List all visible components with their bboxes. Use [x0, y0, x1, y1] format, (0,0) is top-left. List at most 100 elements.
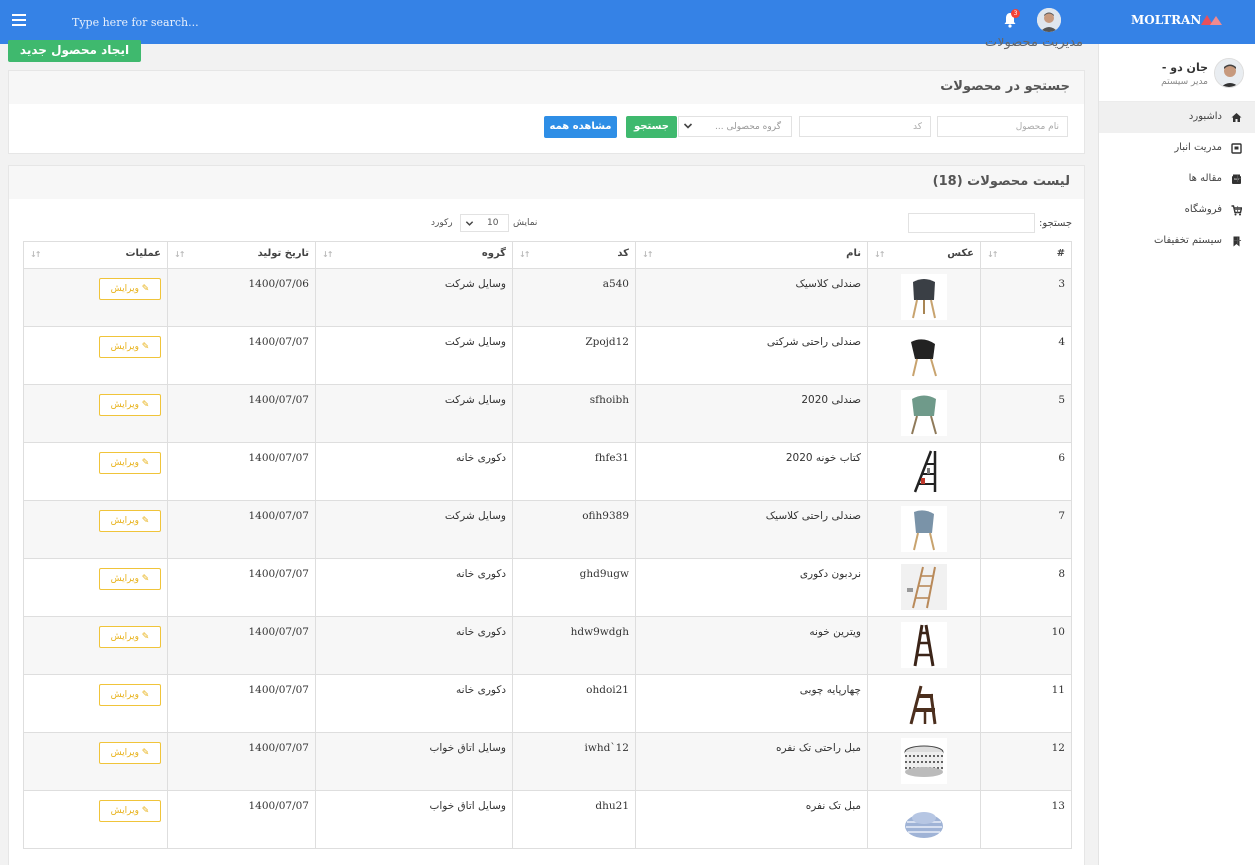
cell-date: 1400/07/07 — [167, 790, 316, 849]
cell-image — [867, 326, 981, 385]
cell-code: a540 — [512, 268, 636, 327]
cell-image — [867, 268, 981, 327]
edit-button[interactable]: ✎ ویرایش — [99, 452, 161, 474]
edit-icon: ✎ — [138, 342, 150, 352]
cell-name: صندلی راحتی شرکتی — [635, 326, 868, 385]
create-product-button[interactable]: ایجاد محصول جدید — [8, 40, 141, 62]
edit-icon: ✎ — [138, 748, 150, 758]
warehouse-icon — [1231, 143, 1242, 154]
cell-code: iwhd`12 — [512, 732, 636, 791]
cell-code: fhfe31 — [512, 442, 636, 501]
sort-icon: ↑↓ — [519, 250, 530, 259]
edit-icon: ✎ — [138, 400, 150, 410]
edit-icon: ✎ — [138, 806, 150, 816]
sort-icon: ↑↓ — [987, 250, 998, 259]
user-avatar[interactable] — [1037, 8, 1061, 32]
cell-actions: ✎ ویرایش — [23, 442, 168, 501]
cell-actions: ✎ ویرایش — [23, 500, 168, 559]
table-row: 10 ویترین خونه hdw9wdgh دکوری خانه 1400/07/0… — [23, 616, 1072, 675]
cell-name: صندلی 2020 — [635, 384, 868, 443]
sidebar-item-dashboard[interactable]: داشبورد — [1099, 102, 1255, 133]
sidebar-item-label: فروشگاه — [1184, 204, 1222, 215]
cell-actions: ✎ ویرایش — [23, 558, 168, 617]
edit-button[interactable]: ✎ ویرایش — [99, 510, 161, 532]
edit-label: ویرایش — [110, 632, 139, 642]
search-panel-header: جستجو در محصولات — [9, 71, 1084, 104]
sidebar-item-warehouse[interactable]: مدریت انبار — [1099, 133, 1255, 164]
column-header-image[interactable]: عکس ↑↓ — [867, 241, 981, 269]
column-header-group[interactable]: گروه ↑↓ — [315, 241, 513, 269]
edit-button[interactable]: ✎ ویرایش — [99, 800, 161, 822]
product-group-select[interactable]: گروه محصولی ... — [678, 116, 792, 137]
sidebar-item-articles[interactable]: مقاله ها + — [1099, 164, 1255, 195]
cell-code: Zpojd12 — [512, 326, 636, 385]
cell-date: 1400/07/07 — [167, 384, 316, 443]
sort-icon: ↑↓ — [322, 250, 333, 259]
cell-actions: ✎ ویرایش — [23, 790, 168, 849]
table-row: 3 صندلی کلاسیک a540 وسایل شرکت 1400/07/06 ✎ و… — [23, 268, 1072, 327]
cell-id: 8 — [980, 558, 1072, 617]
cell-name: مبل راحتی تک نفره — [635, 732, 868, 791]
column-header-id[interactable]: # ↑↓ — [980, 241, 1072, 269]
sidebar-avatar — [1214, 58, 1244, 88]
cell-name: صندلی راحتی کلاسیک — [635, 500, 868, 559]
edit-button[interactable]: ✎ ویرایش — [99, 278, 161, 300]
page-length-select[interactable]: 10 — [460, 214, 509, 232]
edit-button[interactable]: ✎ ویرایش — [99, 684, 161, 706]
home-icon — [1231, 113, 1242, 122]
search-panel: جستجو در محصولات گروه محصولی ... جستجو م… — [8, 70, 1085, 154]
cell-actions: ✎ ویرایش — [23, 384, 168, 443]
cell-name: صندلی کلاسیک — [635, 268, 868, 327]
edit-label: ویرایش — [110, 690, 139, 700]
table-row: 4 صندلی راحتی شرکتی Zpojd12 وسایل شرکت 1400/… — [23, 326, 1072, 385]
sidebar-item-label: مقاله ها — [1188, 173, 1222, 184]
table-row: 11 چهارپایه چوبی ohdoi21 دکوری خانه 1400/07/… — [23, 674, 1072, 733]
chair-dark-icon — [901, 274, 947, 320]
product-code-input[interactable] — [799, 116, 931, 137]
cell-actions: ✎ ویرایش — [23, 326, 168, 385]
column-header-code[interactable]: کد ↑↓ — [512, 241, 636, 269]
edit-label: ویرایش — [110, 574, 139, 584]
edit-label: ویرایش — [110, 806, 139, 816]
cell-date: 1400/07/07 — [167, 326, 316, 385]
menu-toggle-icon[interactable] — [12, 14, 26, 26]
beanbag-icon — [901, 796, 947, 842]
column-header-date[interactable]: تاریخ تولید ↑↓ — [167, 241, 316, 269]
column-header-actions[interactable]: عملیات ↑↓ — [23, 241, 168, 269]
brand-logo-text: MOLTRAN — [1131, 13, 1202, 27]
expand-plus-icon[interactable]: + — [1233, 234, 1242, 247]
column-header-name[interactable]: نام ↑↓ — [635, 241, 868, 269]
list-panel-header: لیست محصولات (18) — [9, 166, 1084, 199]
sidebar-item-shop[interactable]: فروشگاه + — [1099, 195, 1255, 226]
edit-button[interactable]: ✎ ویرایش — [99, 336, 161, 358]
edit-button[interactable]: ✎ ویرایش — [99, 626, 161, 648]
edit-icon: ✎ — [138, 574, 150, 584]
show-all-button[interactable]: مشاهده همه — [544, 116, 617, 138]
cell-group: وسایل شرکت — [315, 500, 513, 559]
cell-group: وسایل اتاق خواب — [315, 790, 513, 849]
cell-date: 1400/07/07 — [167, 732, 316, 791]
cell-image — [867, 616, 981, 675]
edit-button[interactable]: ✎ ویرایش — [99, 742, 161, 764]
table-search-input[interactable] — [908, 213, 1035, 233]
edit-button[interactable]: ✎ ویرایش — [99, 394, 161, 416]
table-row: 13 مبل تک نفره dhu21 وسایل اتاق خواب 1400/07… — [23, 790, 1072, 849]
sidebar-item-discounts[interactable]: سیستم تخفیفات + — [1099, 226, 1255, 257]
cell-name: مبل تک نفره — [635, 790, 868, 849]
expand-plus-icon[interactable]: + — [1233, 203, 1242, 216]
edit-button[interactable]: ✎ ویرایش — [99, 568, 161, 590]
cell-code: sfhoibh — [512, 384, 636, 443]
product-name-input[interactable] — [937, 116, 1068, 137]
cell-date: 1400/07/07 — [167, 674, 316, 733]
brand-logo-icon — [1201, 15, 1222, 25]
cell-id: 12 — [980, 732, 1072, 791]
cell-date: 1400/07/07 — [167, 500, 316, 559]
search-button[interactable]: جستجو — [626, 116, 677, 138]
expand-plus-icon[interactable]: + — [1233, 172, 1242, 185]
cell-image — [867, 732, 981, 791]
global-search-input[interactable] — [72, 12, 332, 32]
records-label: رکورد — [431, 218, 453, 228]
cell-date: 1400/07/06 — [167, 268, 316, 327]
cell-date: 1400/07/07 — [167, 616, 316, 675]
cell-id: 4 — [980, 326, 1072, 385]
